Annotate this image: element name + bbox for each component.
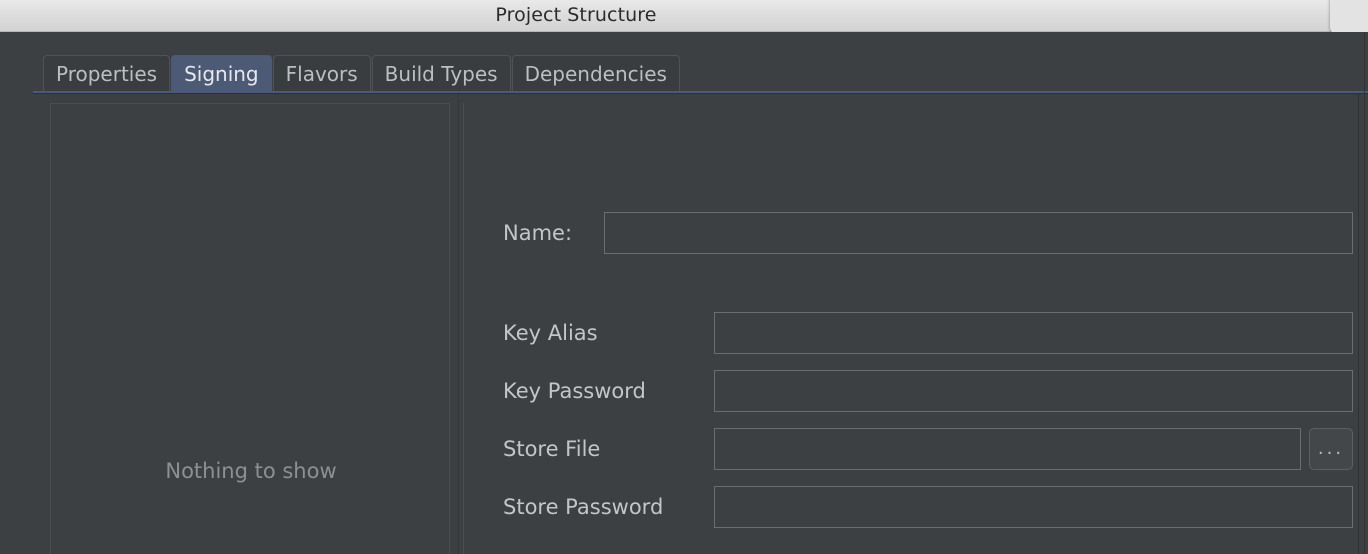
tab-build-types[interactable]: Build Types <box>371 55 511 92</box>
tab-strip: Properties Signing Flavors Build Types D… <box>43 54 681 92</box>
store-file-label: Store File <box>503 437 601 461</box>
signing-configs-list[interactable]: Nothing to show <box>50 103 450 554</box>
name-label: Name: <box>503 221 573 245</box>
screen-root: e ic Project Structure Properties Signin… <box>0 0 1368 554</box>
panel-right-edge <box>1358 93 1359 554</box>
notification-popup-widget[interactable] <box>1330 0 1368 36</box>
field-row-name: Name: <box>464 212 1368 254</box>
field-row-key-password: Key Password <box>464 370 1368 412</box>
dialog-body: Properties Signing Flavors Build Types D… <box>0 32 1368 554</box>
key-password-label: Key Password <box>503 379 646 403</box>
store-file-browse-button[interactable]: ... <box>1309 428 1353 470</box>
field-row-key-alias: Key Alias <box>464 312 1368 354</box>
store-password-input[interactable] <box>714 486 1353 528</box>
field-row-store-password: Store Password <box>464 486 1368 528</box>
dialog-title: Project Structure <box>495 4 657 26</box>
field-row-store-file: Store File ... <box>464 428 1368 470</box>
tab-properties[interactable]: Properties <box>43 55 171 92</box>
signing-content-panel: Nothing to show Name: Key Alias Key Pass… <box>33 93 1368 554</box>
project-structure-dialog: Project Structure Properties Signing Fla… <box>0 0 1368 554</box>
tab-signing-label: Signing <box>184 62 259 86</box>
key-password-input[interactable] <box>714 370 1353 412</box>
panel-splitter[interactable] <box>458 94 459 554</box>
list-empty-message: Nothing to show <box>165 459 337 483</box>
tab-build-types-label: Build Types <box>384 62 498 86</box>
key-alias-input[interactable] <box>714 312 1353 354</box>
signing-config-form: Name: Key Alias Key Password Store File <box>463 103 1368 554</box>
key-alias-label: Key Alias <box>503 321 598 345</box>
window-right-edge <box>1364 32 1365 554</box>
name-input[interactable] <box>604 212 1353 254</box>
dialog-titlebar[interactable]: Project Structure <box>0 0 1368 32</box>
tab-properties-label: Properties <box>56 62 158 86</box>
tab-dependencies-label: Dependencies <box>524 62 667 86</box>
tab-dependencies[interactable]: Dependencies <box>511 55 680 92</box>
tab-flavors-label: Flavors <box>285 62 358 86</box>
store-password-label: Store Password <box>503 495 664 519</box>
store-file-input[interactable] <box>714 428 1301 470</box>
tab-signing[interactable]: Signing <box>171 55 272 92</box>
tab-flavors[interactable]: Flavors <box>272 55 371 92</box>
